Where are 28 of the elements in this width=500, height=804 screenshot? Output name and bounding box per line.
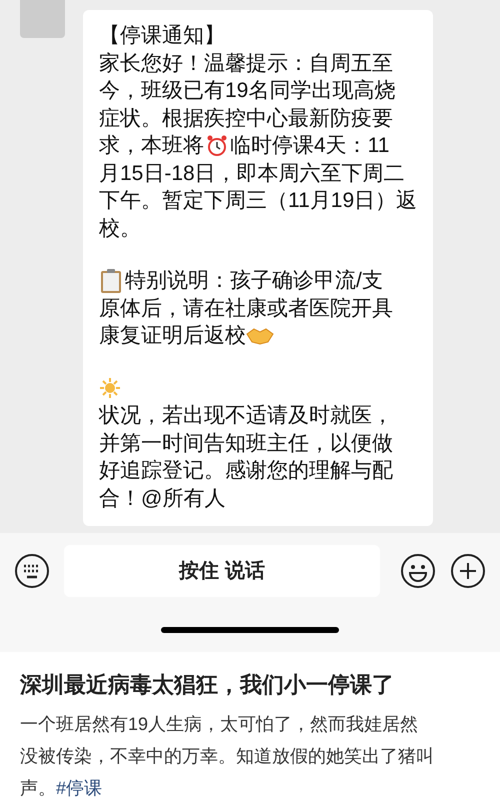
hashtag-link[interactable]: #停课	[56, 772, 102, 804]
message-text: 【停课通知】	[99, 23, 225, 50]
keyboard-icon[interactable]	[14, 552, 50, 589]
message-text: 求，本班将	[99, 133, 204, 160]
alarm-clock-icon	[205, 134, 229, 158]
post-text: 没被传染，不幸中的万幸。知道放假的她笑出了猪叫	[20, 745, 435, 768]
plus-icon[interactable]	[450, 552, 486, 589]
message-text: 特别说明：孩子确诊甲流/支	[125, 268, 383, 294]
post-text: 声。	[20, 777, 56, 800]
message-text: 好追踪登记。感谢您的理解与配	[99, 458, 393, 484]
emoji-icon[interactable]	[400, 552, 436, 589]
message-text: 临时停课4天：11	[230, 133, 390, 160]
message-text: 原体后，请在社康或者医院开具	[99, 296, 393, 322]
message-text: 症状。根据疾控中心最新防疫要	[99, 106, 393, 132]
message-text: 今，班级已有19名同学出现高烧	[99, 78, 396, 104]
hold-to-talk-button[interactable]: 按住 说话	[64, 544, 380, 597]
message-text: 下午。暂定下周三（11月19日）返	[99, 188, 418, 214]
post-text: 一个班居然有19人生病，太可怕了，然而我娃居然	[20, 713, 420, 736]
message-text: 月15日-18日，即本周六至下周二	[99, 160, 405, 187]
message-text: 校。	[99, 216, 141, 242]
message-text: 状况，若出现不适请及时就医，	[99, 403, 393, 430]
message-text: 并第一时间告知班主任，以便做	[99, 430, 393, 457]
message-text: 家长您好！温馨提示：自周五至	[99, 50, 393, 77]
clipboard-icon	[99, 268, 123, 294]
sun-icon	[99, 377, 121, 400]
message-text: 康复证明后返校	[99, 323, 246, 350]
post-title: 深圳最近病毒太猖狂，我们小一停课了	[20, 671, 395, 699]
message-text: 合！@所有人	[99, 486, 226, 512]
